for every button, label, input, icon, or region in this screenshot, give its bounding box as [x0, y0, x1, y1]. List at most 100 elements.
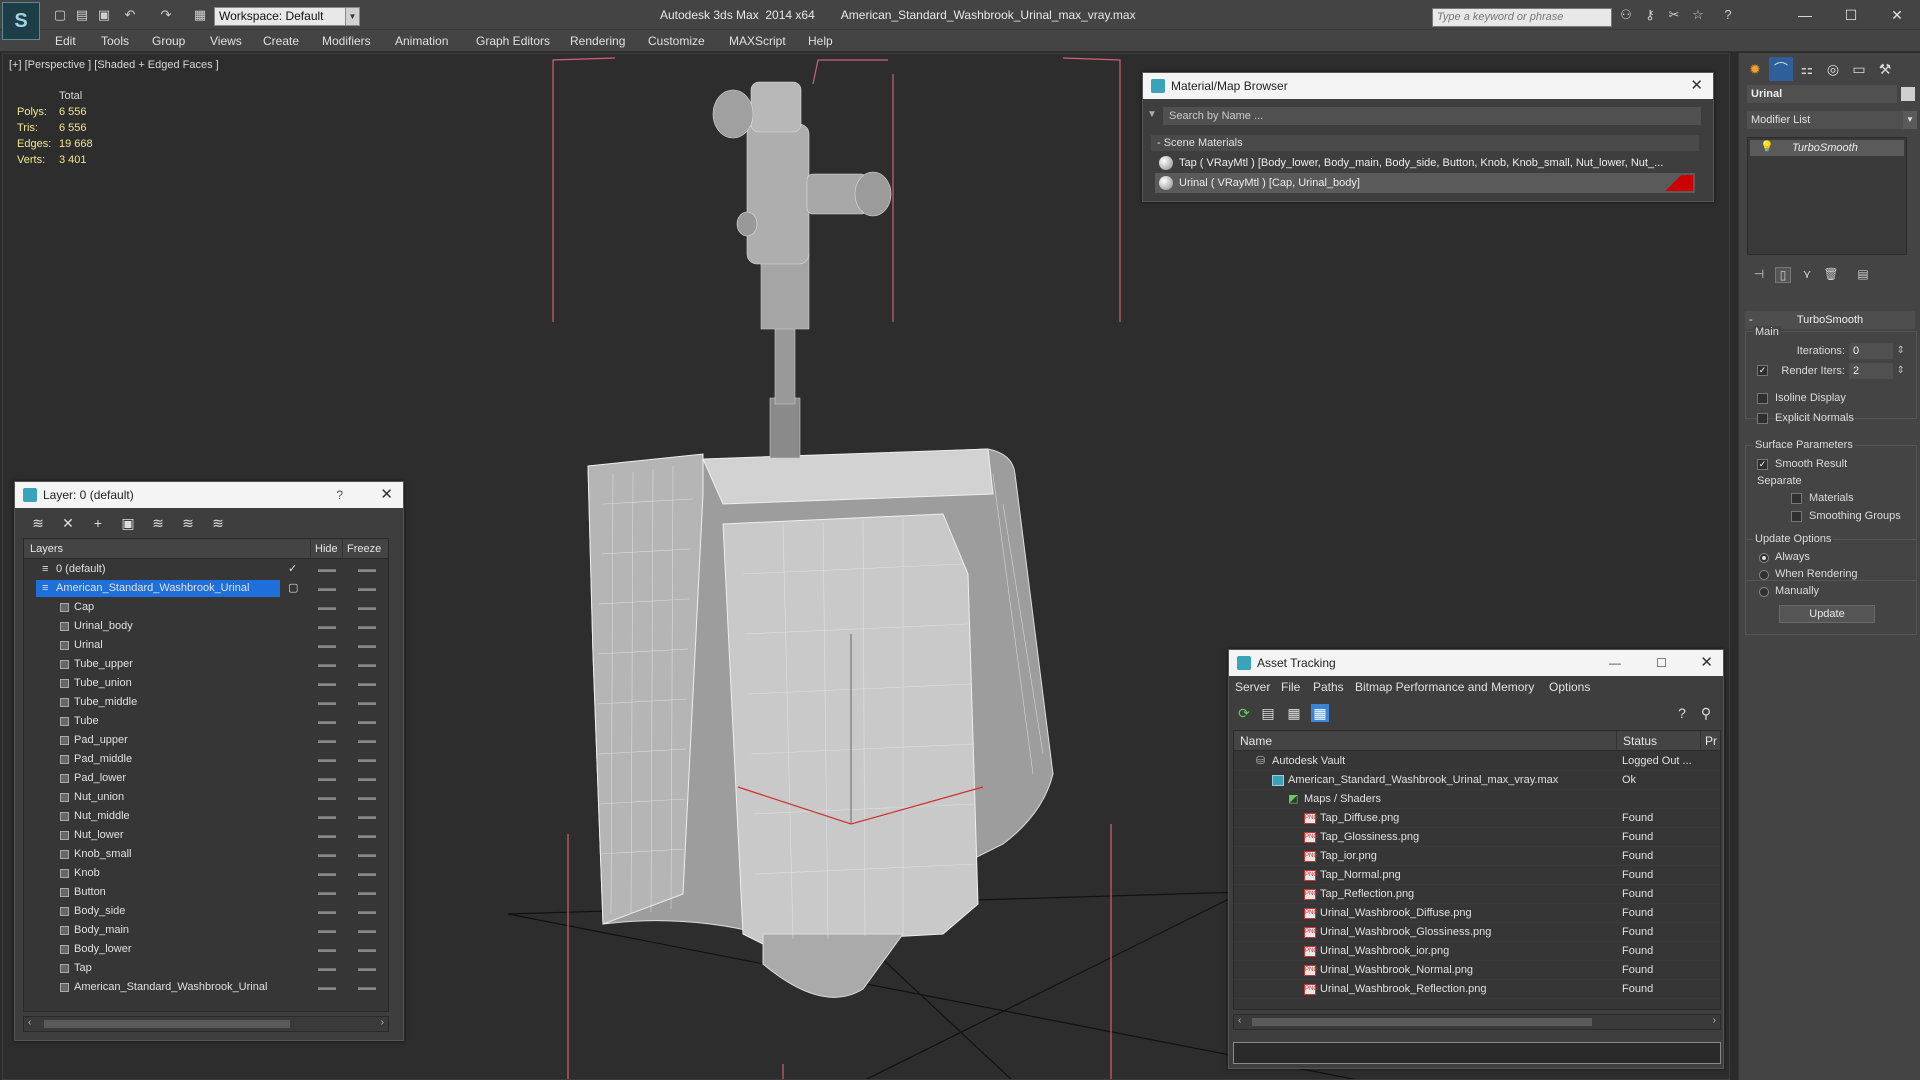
- menu-views[interactable]: Views: [210, 34, 242, 48]
- layer-row-selected[interactable]: ≡ American_Standard_Washbrook_Urinal ▢ ▬…: [24, 579, 388, 598]
- layer-object-row[interactable]: Body_main ▬▬ ▬▬: [24, 921, 388, 940]
- freeze-toggle[interactable]: ▬▬: [358, 655, 376, 674]
- modify-tab-icon[interactable]: ⌒: [1769, 57, 1793, 81]
- layer-object-row[interactable]: Tube_upper ▬▬ ▬▬: [24, 655, 388, 674]
- menu-help[interactable]: Help: [808, 34, 833, 48]
- material-browser-titlebar[interactable]: Material/Map Browser ✕: [1143, 73, 1713, 99]
- object-name-field[interactable]: Urinal: [1747, 85, 1897, 103]
- search-input[interactable]: Type a keyword or phrase: [1432, 8, 1612, 27]
- update-always-radio[interactable]: [1759, 553, 1769, 563]
- hide-toggle[interactable]: ▬▬: [318, 807, 336, 826]
- freeze-toggle[interactable]: ▬▬: [358, 921, 376, 940]
- display-tab-icon[interactable]: ▭: [1847, 57, 1871, 81]
- menu-graph-editors[interactable]: Graph Editors: [476, 34, 550, 48]
- layer-object-row[interactable]: Body_side ▬▬ ▬▬: [24, 902, 388, 921]
- open-file-icon[interactable]: ▤: [74, 7, 90, 23]
- asset-row[interactable]: PNG Tap_Reflection.png Found: [1234, 885, 1720, 904]
- freeze-toggle[interactable]: ▬▬: [358, 731, 376, 750]
- freeze-toggle[interactable]: ▬▬: [358, 902, 376, 921]
- freeze-toggle[interactable]: ▬▬: [358, 712, 376, 731]
- layer-object-row[interactable]: Urinal ▬▬ ▬▬: [24, 636, 388, 655]
- undo-icon[interactable]: ↶: [122, 7, 138, 23]
- layer-object-row[interactable]: Urinal_body ▬▬ ▬▬: [24, 617, 388, 636]
- freeze-toggle[interactable]: ▬▬: [358, 750, 376, 769]
- menu-edit[interactable]: Edit: [55, 34, 76, 48]
- smooth-result-checkbox[interactable]: ✓: [1757, 459, 1768, 470]
- minimize-icon[interactable]: —: [1790, 5, 1820, 25]
- asset-row[interactable]: PNG Tap_Diffuse.png Found: [1234, 809, 1720, 828]
- asset-row[interactable]: American_Standard_Washbrook_Urinal_max_v…: [1234, 771, 1720, 790]
- hierarchy-tab-icon[interactable]: ⚏: [1795, 57, 1819, 81]
- layer-object-row[interactable]: Pad_lower ▬▬ ▬▬: [24, 769, 388, 788]
- pin-icon[interactable]: ⚲: [1697, 704, 1715, 722]
- help-icon[interactable]: ?: [1673, 704, 1691, 722]
- asset-tracking-titlebar[interactable]: Asset Tracking — ☐ ✕: [1229, 650, 1723, 676]
- asset-row[interactable]: PNG Urinal_Washbrook_Normal.png Found: [1234, 961, 1720, 980]
- configure-modifier-sets-icon[interactable]: ▤: [1855, 267, 1871, 283]
- new-layer-icon[interactable]: ≋: [29, 514, 47, 532]
- workspace-dropdown[interactable]: Workspace: Default ▼: [214, 7, 360, 26]
- hide-toggle[interactable]: ▬▬: [318, 978, 336, 997]
- material-item-urinal[interactable]: Urinal ( VRayMtl ) [Cap, Urinal_body]: [1155, 173, 1695, 193]
- hide-toggle[interactable]: ▬▬: [318, 769, 336, 788]
- layer-object-row[interactable]: Nut_lower ▬▬ ▬▬: [24, 826, 388, 845]
- pin-stack-icon[interactable]: ⊣: [1751, 267, 1767, 283]
- update-when-rendering-radio[interactable]: [1759, 570, 1769, 580]
- scroll-right-icon[interactable]: ›: [1713, 1015, 1716, 1026]
- freeze-toggle[interactable]: ▬▬: [358, 959, 376, 978]
- current-layer-icon[interactable]: ▢: [288, 579, 298, 598]
- app-logo[interactable]: S: [2, 2, 40, 40]
- motion-tab-icon[interactable]: ◎: [1821, 57, 1845, 81]
- freeze-toggle[interactable]: ▬▬: [358, 807, 376, 826]
- menu-maxscript[interactable]: MAXScript: [729, 34, 786, 48]
- render-iters-checkbox[interactable]: ✓: [1757, 365, 1768, 376]
- new-file-icon[interactable]: ▢: [52, 7, 68, 23]
- scroll-thumb[interactable]: [44, 1020, 290, 1028]
- asset-row[interactable]: PNG Urinal_Washbrook_ior.png Found: [1234, 942, 1720, 961]
- hide-all-icon[interactable]: ≋: [179, 514, 197, 532]
- hide-toggle[interactable]: ▬▬: [318, 636, 336, 655]
- asset-row[interactable]: PNG Tap_ior.png Found: [1234, 847, 1720, 866]
- scene-materials-group[interactable]: - Scene Materials: [1151, 135, 1699, 151]
- asset-row[interactable]: ⛁ Autodesk Vault Logged Out ...: [1234, 752, 1720, 771]
- freeze-toggle[interactable]: ▬▬: [358, 978, 376, 997]
- column-hide[interactable]: Hide: [310, 539, 338, 559]
- layer-object-row[interactable]: Button ▬▬ ▬▬: [24, 883, 388, 902]
- layer-object-row[interactable]: American_Standard_Washbrook_Urinal ▬▬ ▬▬: [24, 978, 388, 997]
- freeze-toggle[interactable]: ▬▬: [358, 636, 376, 655]
- close-icon[interactable]: ✕: [1882, 5, 1912, 25]
- hide-toggle[interactable]: ▬▬: [318, 864, 336, 883]
- freeze-toggle[interactable]: ▬▬: [358, 864, 376, 883]
- hide-toggle[interactable]: ▬▬: [318, 712, 336, 731]
- menu-animation[interactable]: Animation: [395, 34, 448, 48]
- asset-menu-file[interactable]: File: [1281, 680, 1300, 694]
- object-color-swatch[interactable]: [1901, 87, 1915, 101]
- freeze-toggle[interactable]: ▬▬: [358, 674, 376, 693]
- menu-rendering[interactable]: Rendering: [570, 34, 625, 48]
- freeze-toggle[interactable]: ▬▬: [358, 579, 376, 598]
- column-freeze[interactable]: Freeze: [342, 539, 381, 559]
- freeze-toggle[interactable]: ▬▬: [358, 845, 376, 864]
- hide-toggle[interactable]: ▬▬: [318, 921, 336, 940]
- update-manually-radio[interactable]: [1759, 587, 1769, 597]
- asset-horizontal-scrollbar[interactable]: ‹ ›: [1233, 1014, 1721, 1030]
- help-icon[interactable]: ?: [336, 482, 343, 508]
- scroll-thumb[interactable]: [1252, 1018, 1592, 1026]
- menu-customize[interactable]: Customize: [648, 34, 705, 48]
- render-iters-spinner[interactable]: 2: [1849, 363, 1905, 379]
- layer-object-row[interactable]: Nut_union ▬▬ ▬▬: [24, 788, 388, 807]
- asset-row[interactable]: PNG Urinal_Washbrook_Reflection.png Found: [1234, 980, 1720, 999]
- show-end-result-icon[interactable]: ▯: [1775, 267, 1791, 283]
- layer-object-row[interactable]: Tap ▬▬ ▬▬: [24, 959, 388, 978]
- refresh-icon[interactable]: ⟳: [1235, 704, 1253, 722]
- modifier-list-dropdown[interactable]: Modifier List ▼: [1747, 111, 1917, 129]
- viewport-label[interactable]: [+] [Perspective ] [Shaded + Edged Faces…: [9, 59, 219, 71]
- delete-layer-icon[interactable]: ✕: [59, 514, 77, 532]
- freeze-toggle[interactable]: ▬▬: [358, 788, 376, 807]
- key-icon[interactable]: ⚷: [1642, 7, 1658, 23]
- tools-icon[interactable]: ✂: [1666, 7, 1682, 23]
- list-view-icon[interactable]: ▤: [1259, 704, 1277, 722]
- freeze-all-icon[interactable]: ≋: [209, 514, 227, 532]
- hide-toggle[interactable]: ▬▬: [318, 750, 336, 769]
- select-objects-icon[interactable]: ▣: [119, 514, 137, 532]
